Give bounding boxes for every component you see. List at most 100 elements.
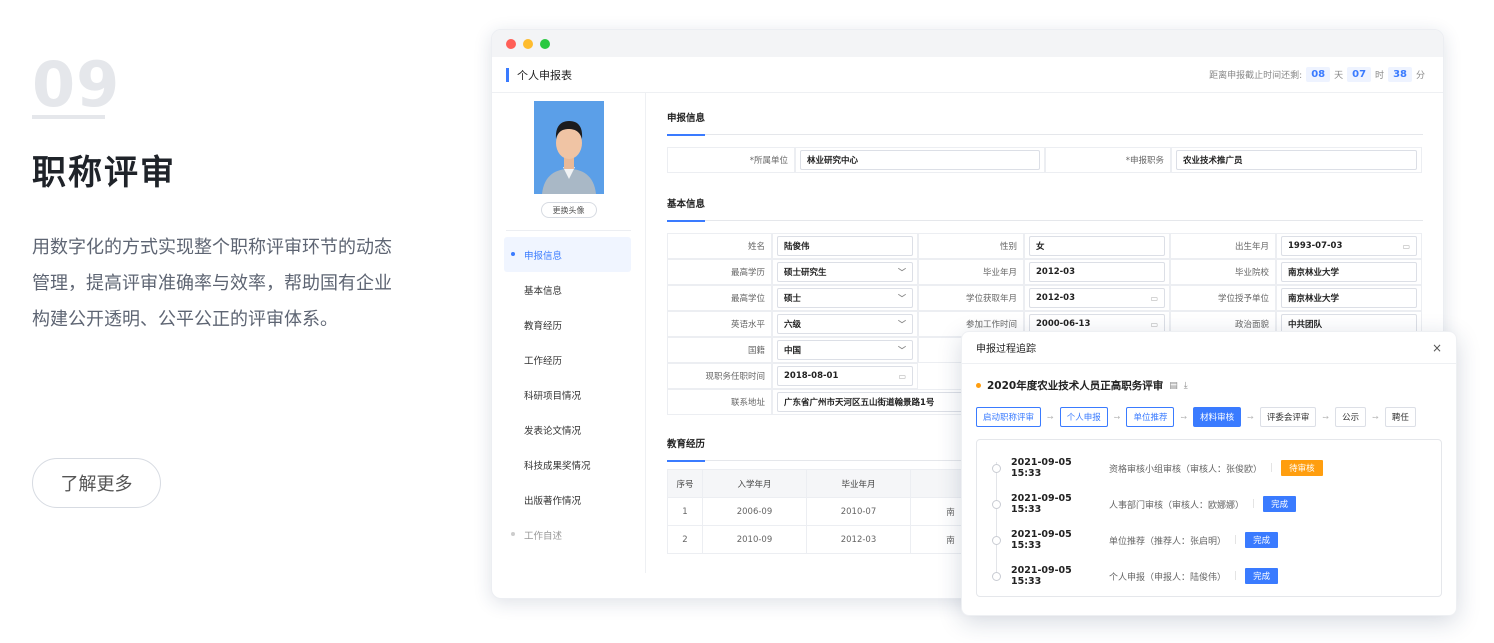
table-row[interactable]: 1 2006-09 2010-07 南 xyxy=(667,497,991,526)
step-personal[interactable]: 个人申报 xyxy=(1059,407,1108,427)
address-value: 广东省广州市天河区五山街道翰景路1号 xyxy=(784,398,935,408)
step-committee[interactable]: 评委会评审 xyxy=(1259,407,1317,427)
sidebar-item-education[interactable]: 教育经历 xyxy=(504,307,631,342)
job-time-value: 2018-08-01 xyxy=(784,371,839,381)
section-education-label: 教育经历 xyxy=(667,435,706,462)
section-basic-heading: 基本信息 xyxy=(667,191,1423,222)
sidebar-item-awards[interactable]: 科技成果奖情况 xyxy=(504,447,631,482)
sidebar-item-research[interactable]: 科研项目情况 xyxy=(504,377,631,412)
close-window-icon[interactable] xyxy=(506,38,516,49)
form-title: 个人申报表 xyxy=(506,67,572,83)
process-steps: 启动职称评审 ➙ 个人申报 ➙ 单位推荐 ➙ 材料审核 ➙ 评委会评审 ➙ 公示… xyxy=(962,393,1456,427)
document-icon[interactable]: ▤ xyxy=(1169,381,1178,391)
timeline-text: 资格审核小组审核（审核人：张俊欧） xyxy=(1109,464,1263,475)
grad-label: 毕业年月 xyxy=(918,259,1024,285)
section-number: 09 xyxy=(32,48,121,121)
learn-more-button[interactable]: 了解更多 xyxy=(32,458,161,508)
degree-unit-input[interactable]: 南京林业大学 xyxy=(1281,288,1417,308)
section-declare-heading: 申报信息 xyxy=(667,105,1423,136)
row-start: 2010-09 xyxy=(702,525,807,554)
row-no: 2 xyxy=(667,525,703,554)
degree-unit-value: 南京林业大学 xyxy=(1288,294,1340,304)
status-badge: 完成 xyxy=(1263,496,1297,512)
position-label: *申报职务 xyxy=(1045,147,1171,173)
address-cell: 广东省广州市天河区五山街道翰景路1号 xyxy=(772,389,972,415)
education-table: 序号 入学年月 毕业年月 1 2006-09 2010-07 南 2 2010-… xyxy=(667,469,991,554)
step-publicity[interactable]: 公示 xyxy=(1335,407,1367,427)
address-input[interactable]: 广东省广州市天河区五山街道翰景路1号 xyxy=(777,392,967,412)
hours-count: 07 xyxy=(1347,67,1372,82)
nation-select[interactable]: 中国 ﹀ xyxy=(777,340,913,360)
step-appoint[interactable]: 聘任 xyxy=(1384,407,1416,427)
position-cell: 农业技术推广员 xyxy=(1171,147,1422,173)
form-sidebar: 更换头像 申报信息 基本信息 教育经历 工作经历 科研项目情况 发表论文情况 科… xyxy=(492,93,646,573)
position-input[interactable]: 农业技术推广员 xyxy=(1176,150,1417,170)
days-unit: 天 xyxy=(1334,71,1344,81)
degree-date-input[interactable]: 2012-03 ▭ xyxy=(1029,288,1165,308)
arrow-right-icon: ➙ xyxy=(1372,412,1379,422)
name-input[interactable]: 陆俊伟 xyxy=(777,236,913,256)
declare-row: *所属单位 林业研究中心 *申报职务 农业技术推广员 xyxy=(667,147,1423,173)
timeline-item: 2021-09-05 15:33 个人申报（申报人：陆俊伟） | 完成 xyxy=(991,558,1427,594)
col-header-end: 毕业年月 xyxy=(806,469,911,498)
degree-select[interactable]: 硕士 ﹀ xyxy=(777,288,913,308)
unit-label: *所属单位 xyxy=(667,147,795,173)
maximize-window-icon[interactable] xyxy=(540,38,550,49)
tracker-popup: 申报过程追踪 × 2020年度农业技术人员正高职务评审 ▤ ⤓ 启动职称评审 ➙… xyxy=(961,331,1457,616)
sidebar-item-declare-info[interactable]: 申报信息 xyxy=(504,237,631,272)
job-time-cell: 2018-08-01 ▭ xyxy=(772,363,918,389)
address-label: 联系地址 xyxy=(667,389,772,415)
minimize-window-icon[interactable] xyxy=(523,38,533,49)
col-header-no: 序号 xyxy=(667,469,703,498)
sidebar-item-publications[interactable]: 出版著作情况 xyxy=(504,482,631,517)
step-review[interactable]: 材料审核 xyxy=(1193,407,1242,427)
name-label: 姓名 xyxy=(667,233,772,259)
section-title: 职称评审 xyxy=(32,153,176,193)
timeline-dot-icon xyxy=(992,536,1001,545)
window-titlebar xyxy=(492,30,1443,57)
chevron-down-icon: ﹀ xyxy=(898,293,906,303)
close-icon[interactable]: × xyxy=(1432,341,1442,355)
timeline: 2021-09-05 15:33 资格审核小组审核（审核人：张俊欧） | 待审核… xyxy=(976,439,1442,597)
timeline-text: 单位推荐（推荐人：张启明） xyxy=(1109,536,1227,547)
minutes-count: 38 xyxy=(1388,67,1412,82)
download-icon[interactable]: ⤓ xyxy=(1184,381,1188,391)
table-row[interactable]: 2 2010-09 2012-03 南 xyxy=(667,525,991,554)
job-time-input[interactable]: 2018-08-01 ▭ xyxy=(777,366,913,386)
birth-input[interactable]: 1993-07-03 ▭ xyxy=(1281,236,1417,256)
politics-value: 中共团队 xyxy=(1288,320,1323,330)
chevron-down-icon: ﹀ xyxy=(898,345,906,355)
birth-value: 1993-07-03 xyxy=(1288,241,1343,251)
grad-input[interactable]: 2012-03 xyxy=(1029,262,1165,282)
degree-value: 硕士 xyxy=(784,294,802,304)
english-cell: 六级 ﹀ xyxy=(772,311,918,337)
row-no: 1 xyxy=(667,497,703,526)
step-start[interactable]: 启动职称评审 xyxy=(976,407,1042,427)
change-avatar-button[interactable]: 更换头像 xyxy=(540,202,597,218)
timeline-separator: | xyxy=(1252,499,1256,509)
timeline-text: 人事部门审核（审核人：欧娜娜） xyxy=(1109,500,1245,511)
nation-label: 国籍 xyxy=(667,337,772,363)
sidebar-item-papers[interactable]: 发表论文情况 xyxy=(504,412,631,447)
timeline-text: 个人申报（申报人：陆俊伟） xyxy=(1109,572,1227,583)
sidebar-item-self-statement[interactable]: 工作自述 xyxy=(504,517,631,552)
unit-cell: 林业研究中心 xyxy=(795,147,1045,173)
sidebar-item-basic-info[interactable]: 基本信息 xyxy=(504,272,631,307)
school-input[interactable]: 南京林业大学 xyxy=(1281,262,1417,282)
unit-value: 林业研究中心 xyxy=(807,156,859,166)
tracker-event: 2020年度农业技术人员正高职务评审 ▤ ⤓ xyxy=(962,364,1456,393)
sidebar-item-work[interactable]: 工作经历 xyxy=(504,342,631,377)
nation-value: 中国 xyxy=(784,346,802,356)
step-unit[interactable]: 单位推荐 xyxy=(1126,407,1175,427)
english-select[interactable]: 六级 ﹀ xyxy=(777,314,913,334)
edu-select[interactable]: 硕士研究生 ﹀ xyxy=(777,262,913,282)
tracker-title: 申报过程追踪 xyxy=(976,344,1036,355)
calendar-icon: ▭ xyxy=(1150,293,1158,303)
unit-input[interactable]: 林业研究中心 xyxy=(800,150,1040,170)
timeline-item: 2021-09-05 15:33 单位推荐（推荐人：张启明） | 完成 xyxy=(991,522,1427,558)
gender-input[interactable]: 女 xyxy=(1029,236,1165,256)
timeline-dot-icon xyxy=(992,572,1001,581)
page: 09 职称评审 用数字化的方式实现整个职称评审环节的动态管理，提高评审准确率与效… xyxy=(0,0,1494,643)
arrow-right-icon: ➙ xyxy=(1113,412,1121,422)
timeline-dot-icon xyxy=(992,464,1001,473)
